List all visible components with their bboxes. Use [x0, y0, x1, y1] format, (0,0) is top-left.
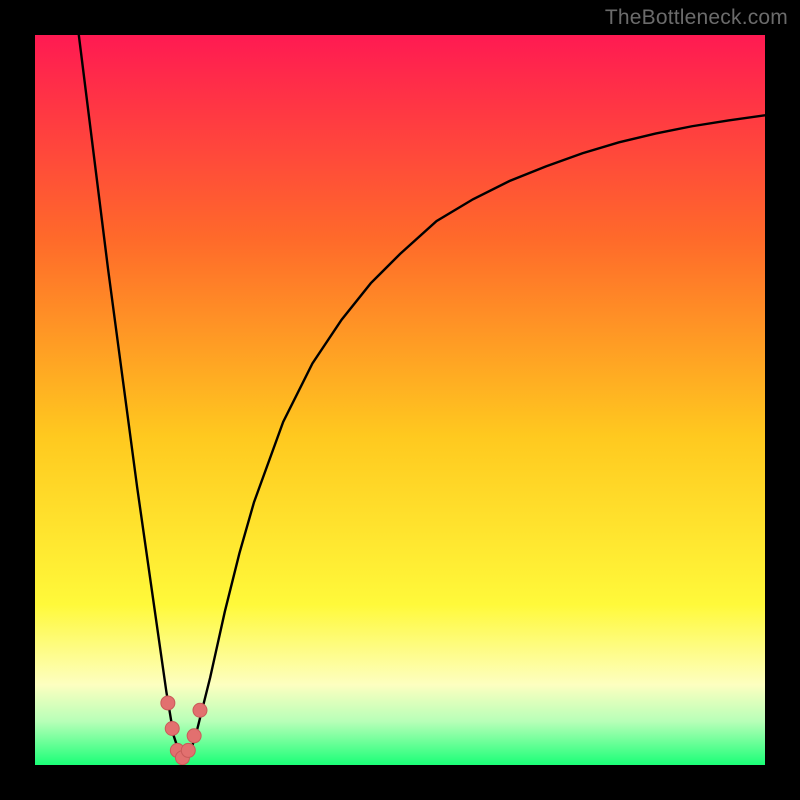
marker-dot: [181, 743, 195, 757]
chart-frame: TheBottleneck.com: [0, 0, 800, 800]
plot-area: [35, 35, 765, 765]
bottleneck-chart: [35, 35, 765, 765]
gradient-background: [35, 35, 765, 765]
marker-dot: [187, 729, 201, 743]
marker-dot: [165, 722, 179, 736]
watermark-text: TheBottleneck.com: [605, 6, 788, 30]
marker-dot: [161, 696, 175, 710]
marker-dot: [193, 703, 207, 717]
